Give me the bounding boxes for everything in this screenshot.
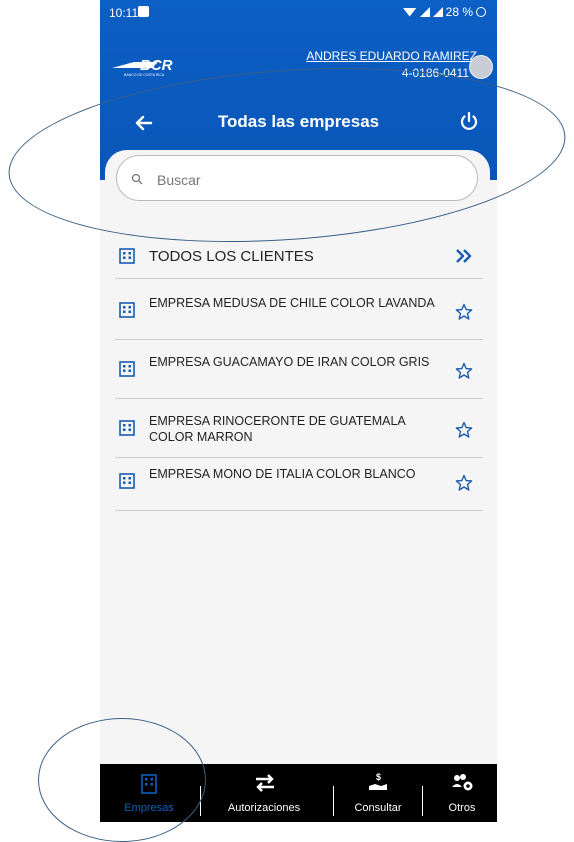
double-chevron-right-icon[interactable] <box>455 248 473 264</box>
nav-empresas[interactable]: Empresas <box>105 764 193 822</box>
logo-tagline: BANCO DE COSTA RICA <box>124 73 165 77</box>
status-indicators: 28 % <box>402 5 486 19</box>
transfer-arrows-icon <box>256 774 274 792</box>
nav-consultar[interactable]: $ Consultar <box>338 764 418 822</box>
favorite-star-icon[interactable] <box>455 362 473 380</box>
bottom-nav: Empresas Autorizaciones $ Consultar Otro… <box>100 764 497 822</box>
company-item[interactable]: EMPRESA RINOCERONTE DE GUATEMALA COLOR M… <box>115 405 483 458</box>
nav-divider <box>333 786 334 816</box>
search-box[interactable] <box>116 155 478 201</box>
company-item[interactable]: EMPRESA MEDUSA DE CHILE COLOR LAVANDA <box>115 287 483 340</box>
people-gear-icon <box>452 774 473 791</box>
all-clients-row[interactable]: TODOS LOS CLIENTES <box>115 242 483 279</box>
favorite-star-icon[interactable] <box>455 474 473 492</box>
signal-icon-2 <box>432 7 443 17</box>
search-icon <box>131 173 143 185</box>
nav-label: Autorizaciones <box>227 802 301 814</box>
company-item[interactable]: EMPRESA MONO DE ITALIA COLOR BLANCO <box>115 458 483 511</box>
building-icon <box>119 302 135 318</box>
building-icon <box>119 420 135 436</box>
status-bar: 10:11 28 % <box>100 0 497 26</box>
page-title: Todas las empresas <box>217 112 380 131</box>
phone-screen: 10:11 28 % BCR BANCO DE COSTA RICA ANDRE… <box>100 0 497 822</box>
status-time: 10:11 <box>109 6 139 20</box>
search-container <box>105 150 490 212</box>
user-name: ANDRES EDUARDO RAMIREZ <box>306 49 477 63</box>
nav-label: Empresas <box>124 802 174 814</box>
notification-icon <box>138 6 149 17</box>
building-icon <box>119 361 135 377</box>
nav-divider <box>422 786 423 816</box>
battery-percent: 28 % <box>445 5 473 19</box>
nav-otros[interactable]: Otros <box>428 764 496 822</box>
nav-autorizaciones[interactable]: Autorizaciones <box>204 764 324 822</box>
nav-label: Consultar <box>354 802 402 814</box>
nav-label: Otros <box>448 802 476 814</box>
power-icon[interactable] <box>456 108 482 134</box>
signal-icon <box>419 7 430 17</box>
company-name: EMPRESA RINOCERONTE DE GUATEMALA COLOR M… <box>149 414 406 444</box>
company-item[interactable]: EMPRESA GUACAMAYO DE IRAN COLOR GRIS <box>115 346 483 399</box>
avatar[interactable] <box>469 55 493 79</box>
battery-icon <box>476 7 486 17</box>
company-name: EMPRESA MEDUSA DE CHILE COLOR LAVANDA <box>149 296 435 310</box>
building-icon <box>119 473 135 489</box>
favorite-star-icon[interactable] <box>455 421 473 439</box>
nav-divider <box>200 786 201 816</box>
favorite-star-icon[interactable] <box>455 303 473 321</box>
search-input[interactable] <box>155 168 459 192</box>
wifi-icon <box>402 7 417 17</box>
all-clients-label: TODOS LOS CLIENTES <box>149 248 314 265</box>
company-name: EMPRESA MONO DE ITALIA COLOR BLANCO <box>149 467 416 481</box>
building-icon <box>119 248 135 264</box>
bcr-logo: BCR BANCO DE COSTA RICA <box>112 57 173 77</box>
building-icon <box>141 774 157 794</box>
logo-text: BCR <box>140 57 173 74</box>
user-id: 4-0186-0411 <box>401 66 469 80</box>
hand-money-icon: $ <box>369 772 387 790</box>
svg-text:$: $ <box>376 772 381 782</box>
company-name: EMPRESA GUACAMAYO DE IRAN COLOR GRIS <box>149 355 430 369</box>
